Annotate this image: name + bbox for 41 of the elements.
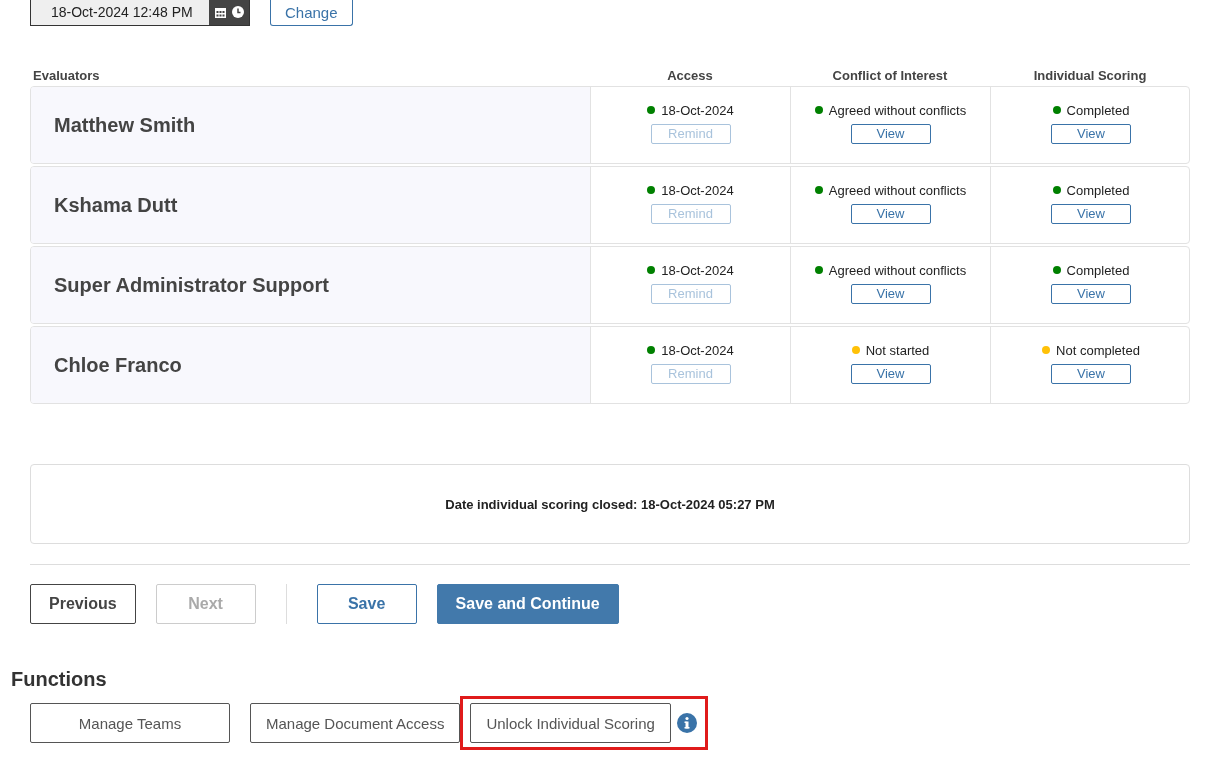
view-button[interactable]: View [1051,363,1131,384]
nav-button[interactable]: Previous [30,584,136,624]
function-button[interactable]: Manage Teams [30,703,230,743]
column-header: Access [666,67,714,83]
status-text: Completed [1066,102,1130,118]
clock-icon[interactable] [231,6,244,18]
status-text: 18-Oct-2024 [661,262,734,278]
view-button[interactable]: View [850,123,931,144]
view-button[interactable]: View [850,203,931,224]
status-text: Completed [1066,182,1130,198]
column-header: Conflict of Interest [831,67,949,83]
status-text: Agreed without conflicts [828,182,967,198]
status-text: Agreed without conflicts [828,262,967,278]
function-button[interactable]: Manage Document Access [250,703,461,743]
evaluator-name: Super Administrator Support [54,273,329,297]
function-button[interactable]: Unlock Individual Scoring [470,703,671,743]
evaluator-name: Kshama Dutt [54,193,178,217]
view-button[interactable]: View [1051,123,1131,144]
info-icon[interactable] [676,713,697,733]
scoring-closed-text: Date individual scoring closed: 18-Oct-2024 05:27 PM [445,496,775,512]
nav-button[interactable]: Save [316,584,417,624]
functions-heading: Functions [11,668,108,691]
view-button[interactable]: View [1051,283,1131,304]
column-header: Evaluators [32,67,101,83]
status-text: 18-Oct-2024 [661,182,734,198]
status-text: Not started [865,342,930,358]
status-text: Completed [1066,262,1130,278]
nav-button[interactable]: Save and Continue [436,584,619,624]
column-header: Individual Scoring [1032,67,1148,83]
status-text: 18-Oct-2024 [661,102,734,118]
status-text: 18-Oct-2024 [661,342,734,358]
evaluator-name: Chloe Franco [54,353,182,377]
date-time-field[interactable]: 18-Oct-2024 12:48 PM [30,0,250,26]
calendar-icon[interactable] [214,6,226,18]
view-button[interactable]: View [850,363,931,384]
status-text: Not completed [1056,342,1140,358]
view-button[interactable]: View [1051,203,1131,224]
view-button[interactable]: View [850,283,931,304]
change-button[interactable]: Change [270,0,353,26]
status-text: Agreed without conflicts [828,102,967,118]
evaluator-name: Matthew Smith [54,113,196,137]
